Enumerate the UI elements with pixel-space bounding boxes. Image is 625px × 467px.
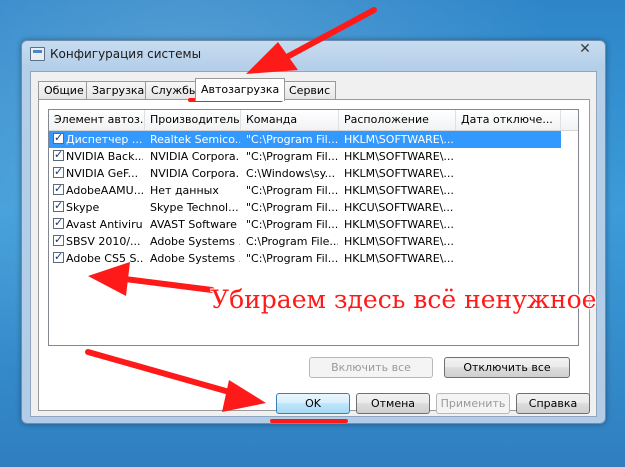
table-row[interactable]: Диспетчер ... Realtek Semico... "C:\Progra… bbox=[49, 131, 561, 148]
column-header-manufacturer[interactable]: Производитель bbox=[145, 110, 241, 130]
cell-date-disabled bbox=[461, 131, 560, 148]
cell-item: Диспетчер ... bbox=[66, 133, 143, 146]
cell-location: HKLM\SOFTWARE\... bbox=[344, 150, 454, 163]
column-header-date-disabled[interactable]: Дата отключе... bbox=[456, 110, 561, 130]
table-row[interactable]: NVIDIA Back... NVIDIA Corpora... "C:\Progr… bbox=[49, 148, 561, 165]
cell-command: "C:\Program Fil... bbox=[246, 201, 338, 214]
cell-date-disabled bbox=[461, 199, 560, 216]
enable-checkbox[interactable] bbox=[53, 165, 64, 178]
cell-date-disabled bbox=[461, 148, 560, 165]
apply-button[interactable]: Применить bbox=[436, 393, 510, 414]
system-configuration-window: Конфигурация системы ✕ Общие Загрузка Сл… bbox=[21, 40, 606, 424]
cell-command: C:\Program File... bbox=[246, 235, 338, 248]
cell-manufacturer: NVIDIA Corpora... bbox=[150, 150, 240, 163]
cell-location: HKLM\SOFTWARE\... bbox=[344, 252, 454, 265]
table-row[interactable]: AdobeAAMU... Нет данных "C:\Program Fil...… bbox=[49, 182, 561, 199]
cell-date-disabled bbox=[461, 216, 560, 233]
help-button[interactable]: Справка bbox=[516, 393, 590, 414]
disable-all-button[interactable]: Отключить все bbox=[444, 357, 570, 378]
table-row[interactable]: Skype Skype Technol... "C:\Program Fil... H… bbox=[49, 199, 561, 216]
close-button[interactable]: ✕ bbox=[571, 41, 599, 59]
cell-location: HKLM\SOFTWARE\... bbox=[344, 184, 454, 197]
table-row[interactable]: Avast Antivirus AVAST Software "C:\Program… bbox=[49, 216, 561, 233]
enable-checkbox[interactable] bbox=[53, 148, 64, 161]
enable-all-button[interactable]: Включить все bbox=[309, 357, 433, 378]
tab-startup[interactable]: Автозагрузка bbox=[195, 78, 286, 101]
table-row[interactable]: Adobe CS5 S... Adobe Systems ... "C:\Progr… bbox=[49, 250, 561, 267]
cell-date-disabled bbox=[461, 165, 560, 182]
cell-location: HKLM\SOFTWARE\... bbox=[344, 167, 454, 180]
cell-item: Avast Antivirus bbox=[66, 218, 143, 231]
cell-item: AdobeAAMU... bbox=[66, 184, 143, 197]
cell-manufacturer: Skype Technol... bbox=[150, 201, 239, 214]
cell-command: "C:\Program Fil... bbox=[246, 252, 338, 265]
header-filler bbox=[561, 110, 578, 130]
cell-item: SBSV 2010/... bbox=[66, 235, 141, 248]
cell-location: HKLM\SOFTWARE\... bbox=[344, 218, 454, 231]
msconfig-app-icon bbox=[30, 47, 45, 61]
enable-checkbox[interactable] bbox=[53, 199, 64, 212]
enable-checkbox[interactable] bbox=[53, 216, 64, 229]
cell-item: NVIDIA Back... bbox=[66, 150, 143, 163]
window-title: Конфигурация системы bbox=[50, 47, 202, 61]
column-header-location[interactable]: Расположение bbox=[339, 110, 456, 130]
enable-checkbox[interactable] bbox=[53, 131, 64, 144]
cell-date-disabled bbox=[461, 182, 560, 199]
table-row[interactable]: NVIDIA GeF... NVIDIA Corpora... C:\Windows… bbox=[49, 165, 561, 182]
column-header-command[interactable]: Команда bbox=[241, 110, 339, 130]
tab-general[interactable]: Общие bbox=[38, 81, 90, 100]
cell-manufacturer: NVIDIA Corpora... bbox=[150, 167, 240, 180]
cell-manufacturer: Adobe Systems ... bbox=[150, 235, 240, 248]
column-header-item[interactable]: Элемент автоз... bbox=[49, 110, 145, 130]
cell-command: "C:\Program Fil... bbox=[246, 150, 338, 163]
startup-tab-panel: Элемент автоз... Производитель Команда Р… bbox=[38, 99, 590, 411]
cell-manufacturer: AVAST Software bbox=[150, 218, 237, 231]
enable-checkbox[interactable] bbox=[53, 233, 64, 246]
cell-item: Adobe CS5 S... bbox=[66, 252, 143, 265]
ok-button[interactable]: OK bbox=[276, 393, 350, 414]
enable-checkbox[interactable] bbox=[53, 182, 64, 195]
cell-location: HKLM\SOFTWARE\... bbox=[344, 133, 454, 146]
cancel-button[interactable]: Отмена bbox=[356, 393, 430, 414]
cell-command: "C:\Program Fil... bbox=[246, 218, 338, 231]
cell-location: HKLM\SOFTWARE\... bbox=[344, 235, 454, 248]
tab-tools[interactable]: Сервис bbox=[283, 81, 337, 100]
dialog-client-area: Общие Загрузка Службы Автозагрузка Серви… bbox=[30, 71, 597, 417]
cell-command: C:\Windows\sy... bbox=[246, 167, 336, 180]
cell-location: HKCU\SOFTWARE\... bbox=[344, 201, 454, 214]
cell-item: Skype bbox=[66, 201, 100, 214]
enable-checkbox[interactable] bbox=[53, 250, 64, 263]
cell-date-disabled bbox=[461, 233, 560, 250]
tab-boot[interactable]: Загрузка bbox=[86, 81, 151, 100]
table-row[interactable]: SBSV 2010/... Adobe Systems ... C:\Program… bbox=[49, 233, 561, 250]
cell-manufacturer: Realtek Semico... bbox=[150, 133, 240, 146]
cell-item: NVIDIA GeF... bbox=[66, 167, 139, 180]
title-bar[interactable]: Конфигурация системы ✕ bbox=[22, 41, 605, 67]
list-header: Элемент автоз... Производитель Команда Р… bbox=[49, 110, 578, 131]
cell-date-disabled bbox=[461, 250, 560, 267]
cell-manufacturer: Нет данных bbox=[150, 184, 219, 197]
cell-manufacturer: Adobe Systems ... bbox=[150, 252, 240, 265]
cell-command: "C:\Program Fil... bbox=[246, 133, 338, 146]
cell-command: "C:\Program Fil... bbox=[246, 184, 338, 197]
annotation-caption: Убираем здесь всё ненужное bbox=[211, 285, 597, 314]
